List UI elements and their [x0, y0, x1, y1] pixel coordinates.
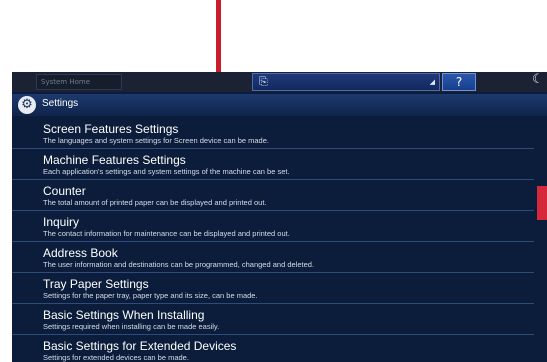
moon-icon[interactable]: ☾ [532, 72, 544, 87]
system-home-button[interactable]: System Home [36, 74, 122, 90]
settings-item-machine-features[interactable]: Machine Features Settings Each applicati… [12, 149, 534, 180]
item-description: Each application's settings and system s… [43, 167, 290, 176]
settings-item-tray-paper[interactable]: Tray Paper Settings Settings for the pap… [12, 273, 534, 304]
settings-item-inquiry[interactable]: Inquiry The contact information for main… [12, 211, 534, 242]
settings-item-address-book[interactable]: Address Book The user information and de… [12, 242, 534, 273]
item-description: The languages and system settings for Sc… [43, 136, 269, 145]
item-title: Tray Paper Settings [43, 277, 149, 291]
scroll-indicator[interactable] [537, 186, 547, 220]
item-title: Address Book [43, 246, 118, 260]
monitor-icon: ⎘ [259, 75, 268, 88]
settings-panel: System Home ⎘ ◢ ? ☾ ⚙ Settings Screen Fe… [12, 72, 547, 362]
item-description: Settings for extended devices can be mad… [43, 353, 189, 362]
item-title: Machine Features Settings [43, 153, 186, 167]
system-home-label: System Home [41, 78, 90, 86]
item-description: Settings required when installing can be… [43, 322, 220, 331]
settings-item-extended-devices[interactable]: Basic Settings for Extended Devices Sett… [12, 335, 534, 362]
item-title: Counter [43, 184, 86, 198]
page-title: Settings [42, 98, 79, 109]
gear-icon: ⚙ [18, 96, 36, 114]
item-title: Screen Features Settings [43, 122, 179, 136]
status-center-bar[interactable]: ⎘ ◢ [252, 73, 440, 91]
item-title: Inquiry [43, 215, 80, 229]
item-description: The contact information for maintenance … [43, 229, 290, 238]
settings-list: Screen Features Settings The languages a… [12, 118, 534, 362]
settings-item-basic-installing[interactable]: Basic Settings When Installing Settings … [12, 304, 534, 335]
item-description: The user information and destinations ca… [43, 260, 315, 269]
item-description: Settings for the paper tray, paper type … [43, 291, 258, 300]
item-title: Basic Settings When Installing [43, 308, 205, 322]
help-button[interactable]: ? [442, 73, 476, 91]
item-description: The total amount of printed paper can be… [43, 198, 267, 207]
title-bar: ⚙ Settings [12, 94, 547, 116]
item-title: Basic Settings for Extended Devices [43, 339, 237, 353]
top-bar: System Home ⎘ ◢ ? ☾ [12, 72, 547, 92]
help-label: ? [455, 75, 463, 89]
corner-indicator-icon: ◢ [429, 78, 435, 86]
settings-item-counter[interactable]: Counter The total amount of printed pape… [12, 180, 534, 211]
settings-item-screen-features[interactable]: Screen Features Settings The languages a… [12, 118, 534, 149]
